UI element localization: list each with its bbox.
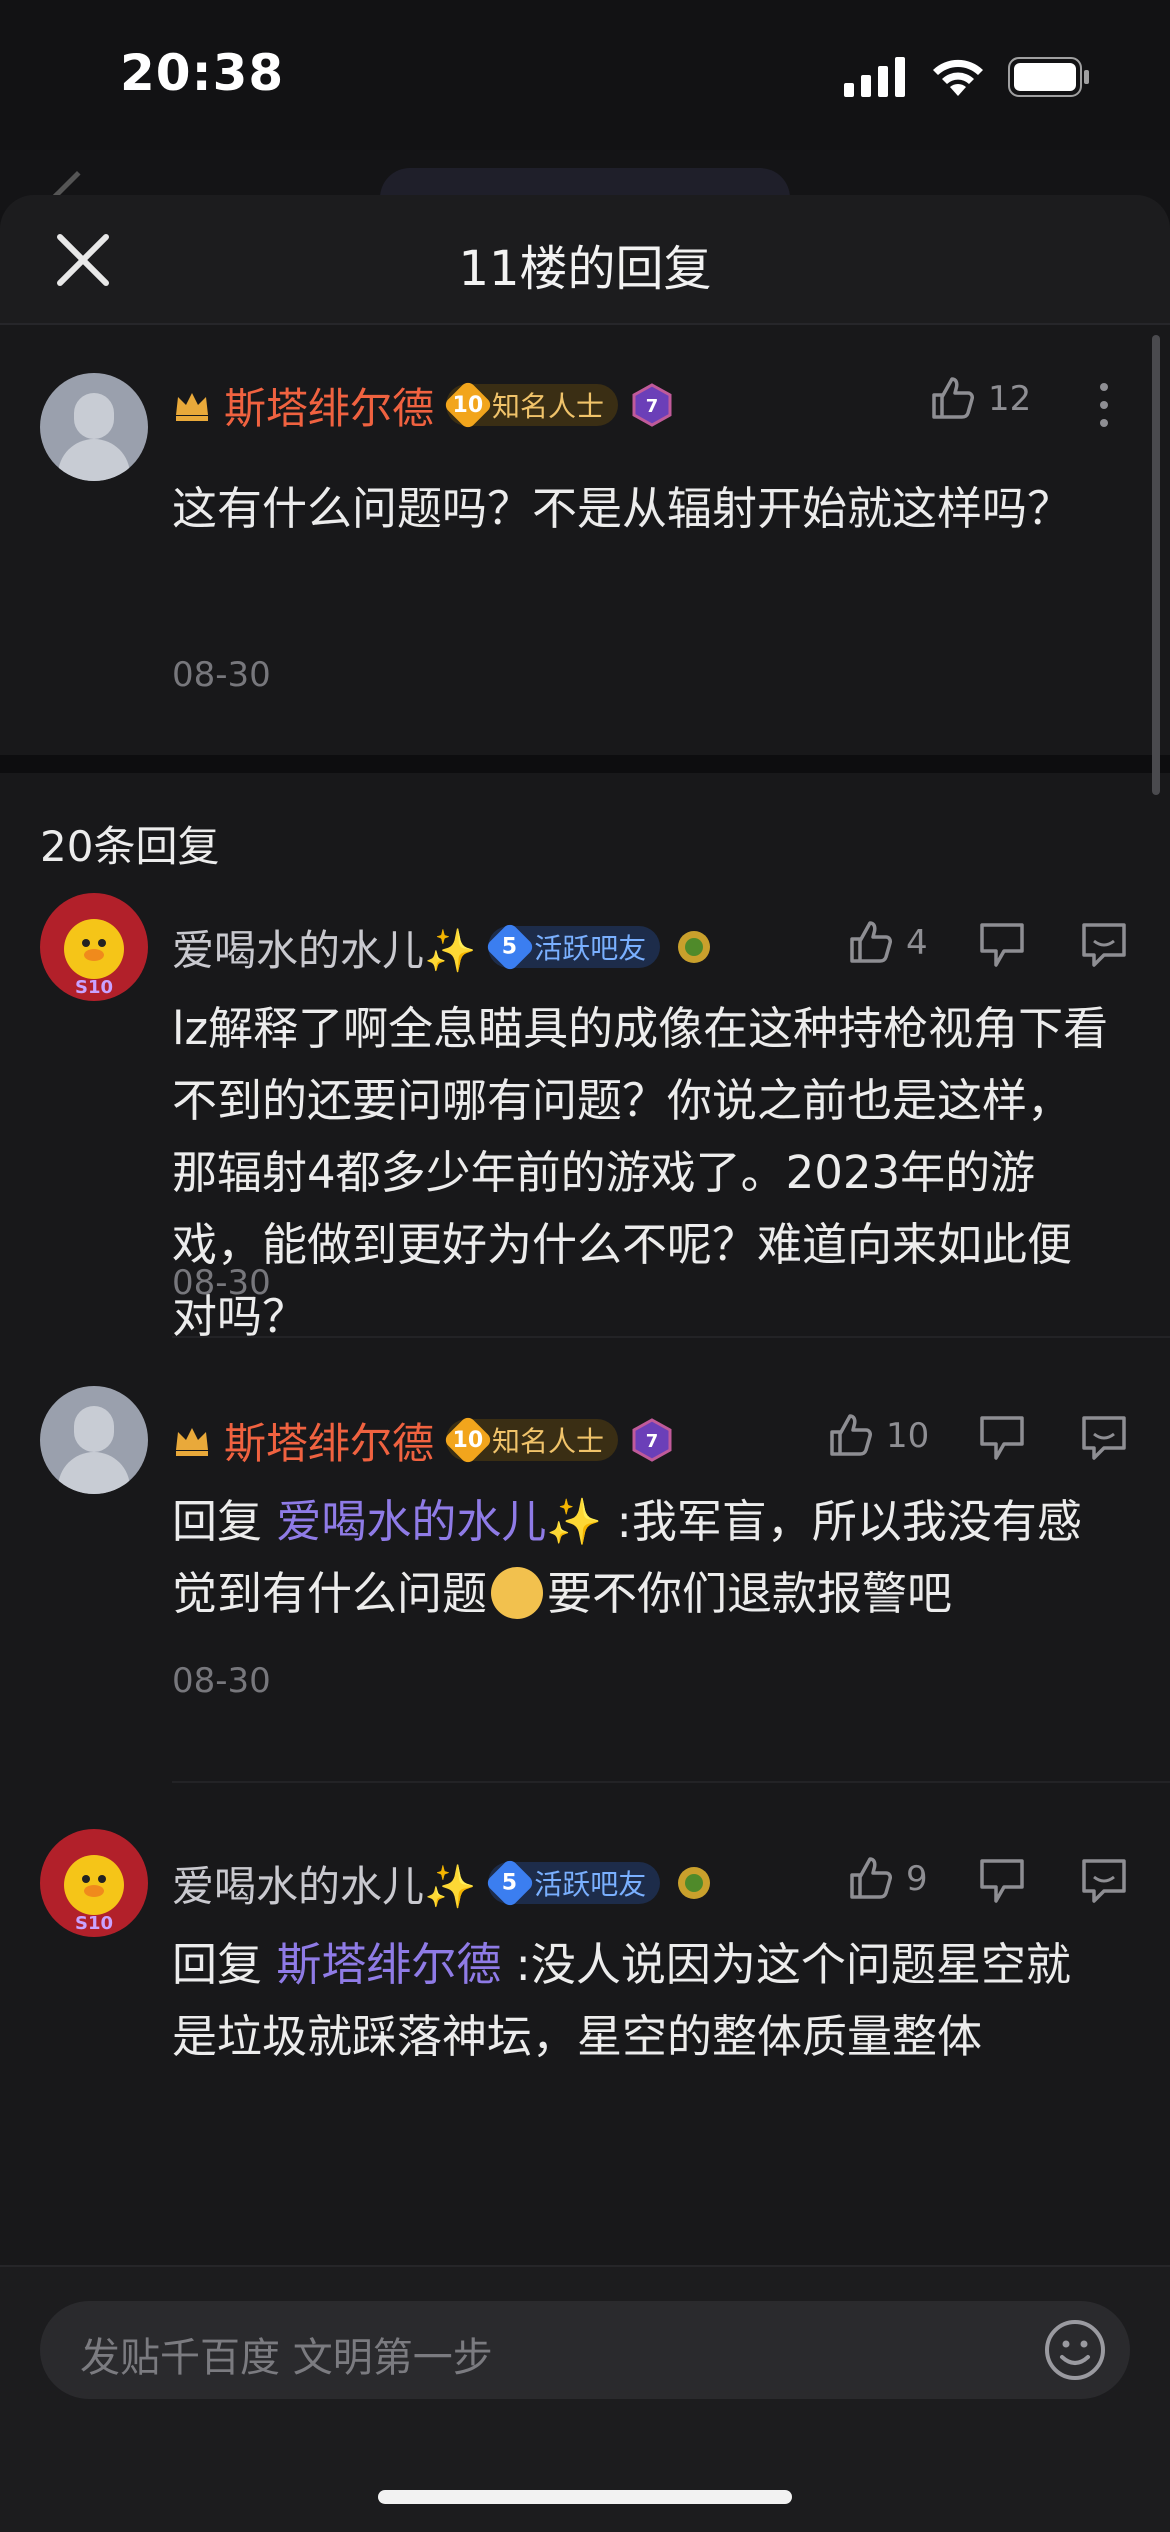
avatar[interactable] xyxy=(40,373,148,481)
thumbs-down-icon[interactable] xyxy=(974,917,1030,973)
status-time: 20:38 xyxy=(120,44,285,102)
comment-input[interactable]: 发贴千百度 文明第一步 xyxy=(40,2301,1130,2399)
section-divider xyxy=(0,755,1170,773)
reply-item: S10 爱喝水的水儿✨ 5 活跃吧友 9 回复 斯塔绯尔德:没人说因为这个问题… xyxy=(0,1783,1170,2083)
comment-icon[interactable] xyxy=(1076,1853,1132,1909)
level-number: 5 xyxy=(502,1870,518,1896)
level-badge: 10 知名人士 xyxy=(442,1414,619,1466)
author-name[interactable]: 爱喝水的水儿✨ xyxy=(172,917,476,978)
mention-link[interactable]: 爱喝水的水儿✨ xyxy=(276,1495,602,1548)
thumbs-down-icon[interactable] xyxy=(974,1853,1030,1909)
duck-avatar-icon: S10 xyxy=(64,919,124,998)
sheet-header: 11楼的回复 xyxy=(0,195,1170,325)
cellular-signal-icon xyxy=(844,57,905,97)
badge-title: 知名人士 xyxy=(492,1425,605,1458)
crown-icon xyxy=(176,1428,208,1456)
post-content: 这有什么问题吗？不是从辐射开始就这样吗？ xyxy=(172,482,1073,535)
avatar[interactable]: S10 xyxy=(40,1829,148,1937)
medal-level: 7 xyxy=(646,1431,659,1452)
thumbs-down-icon[interactable] xyxy=(974,1410,1030,1466)
author-name[interactable]: 斯塔绯尔德 xyxy=(224,1410,434,1471)
thumbs-up-icon xyxy=(932,377,974,419)
level-number: 10 xyxy=(452,392,484,418)
avatar-tag: S10 xyxy=(75,1913,113,1934)
like-button[interactable]: 10 xyxy=(826,1412,929,1460)
input-placeholder: 发贴千百度 文明第一步 xyxy=(80,2335,493,2381)
home-indicator[interactable] xyxy=(378,2490,792,2504)
like-count: 9 xyxy=(906,1859,928,1899)
thumbs-up-icon xyxy=(830,1414,872,1456)
avatar[interactable]: S10 xyxy=(40,893,148,1001)
like-button[interactable]: 9 xyxy=(846,1855,928,1903)
like-count: 4 xyxy=(906,923,928,963)
reply-date: 08-30 xyxy=(172,1263,271,1303)
author-line: 斯塔绯尔德 10 知名人士 7 xyxy=(172,1410,674,1470)
author-line: 爱喝水的水儿✨ 5 活跃吧友 xyxy=(172,1853,716,1913)
level-badge: 5 活跃吧友 xyxy=(484,1857,661,1909)
badge-title: 活跃吧友 xyxy=(534,932,647,965)
status-icons xyxy=(844,56,1090,98)
level-number: 10 xyxy=(452,1427,484,1453)
reply-item: S10 爱喝水的水儿✨ 5 活跃吧友 4 lz解释了啊全息瞄具的成像在这种持枪视… xyxy=(0,893,1170,1343)
thumbs-up-icon xyxy=(850,921,892,963)
medal-icon: 7 xyxy=(632,383,672,427)
like-count: 12 xyxy=(988,379,1032,419)
crown-icon xyxy=(176,393,208,421)
reply-prefix: 回复 xyxy=(172,1495,263,1548)
mention-link[interactable]: 斯塔绯尔德 xyxy=(276,1938,501,1991)
medal-level: 7 xyxy=(646,396,659,417)
avatar-tag: S10 xyxy=(75,977,113,998)
level-badge: 10 知名人士 xyxy=(442,379,619,431)
author-line: 斯塔绯尔德 10 知名人士 7 xyxy=(172,375,674,435)
medal-icon xyxy=(678,1867,711,1899)
reply-count-header: 20条回复 xyxy=(0,773,1170,893)
author-line: 爱喝水的水儿✨ 5 活跃吧友 xyxy=(172,917,716,977)
reply-date: 08-30 xyxy=(172,1661,271,1701)
comment-icon[interactable] xyxy=(1076,917,1132,973)
medal-icon: 7 xyxy=(632,1418,672,1462)
reply-content: 回复 斯塔绯尔德 :没人说因为这个问题星空就是垃圾就踩落神坛，星空的整体质量整体 xyxy=(172,1929,1110,2073)
battery-icon xyxy=(1008,57,1089,97)
reply-prefix: 回复 xyxy=(172,1938,263,1991)
like-button[interactable]: 12 xyxy=(928,375,1031,423)
status-bar: 20:38 xyxy=(0,0,1170,150)
thumbs-up-icon xyxy=(850,1857,892,1899)
reply-content: lz解释了啊全息瞄具的成像在这种持枪视角下看不到的还要问哪有问题？你说之前也是这… xyxy=(172,1002,1109,1343)
reply-item: 斯塔绯尔德 10 知名人士 7 10 回复 爱喝水的水儿✨ :我军盲，所以我没有… xyxy=(0,1338,1170,1783)
sheet-title: 11楼的回复 xyxy=(458,241,712,297)
like-button[interactable]: 4 xyxy=(846,919,928,967)
badge-title: 活跃吧友 xyxy=(534,1868,647,1901)
reply-content: 回复 爱喝水的水儿✨ :我军盲，所以我没有感觉到有什么问题 要不你们退款报警吧 xyxy=(172,1486,1110,1630)
reply-count: 20条回复 xyxy=(40,822,220,871)
emoji-icon[interactable] xyxy=(1040,2315,1110,2385)
main-post: 斯塔绯尔德 10 知名人士 7 12 这有什么问题吗？不是从辐射开始就这样吗？ … xyxy=(0,325,1170,755)
medal-icon xyxy=(678,931,711,963)
avatar[interactable] xyxy=(40,1386,148,1494)
author-name[interactable]: 斯塔绯尔德 xyxy=(224,375,434,436)
reply-sheet: 11楼的回复 斯塔绯尔德 10 知名人士 7 12 这有什么问题吗？不是从辐射开… xyxy=(0,195,1170,2532)
wifi-icon xyxy=(933,59,983,96)
like-count: 10 xyxy=(886,1416,930,1456)
badge-title: 知名人士 xyxy=(492,390,605,423)
pensive-face-emoji-icon xyxy=(491,1567,544,1619)
more-options-icon[interactable] xyxy=(1076,377,1132,433)
level-badge: 5 活跃吧友 xyxy=(484,921,661,973)
level-number: 5 xyxy=(502,934,518,960)
author-name[interactable]: 爱喝水的水儿✨ xyxy=(172,1853,476,1914)
comment-icon[interactable] xyxy=(1076,1410,1132,1466)
post-date: 08-30 xyxy=(172,655,271,695)
reply-text-tail: 要不你们退款报警吧 xyxy=(547,1567,953,1620)
duck-avatar-icon: S10 xyxy=(64,1855,124,1934)
